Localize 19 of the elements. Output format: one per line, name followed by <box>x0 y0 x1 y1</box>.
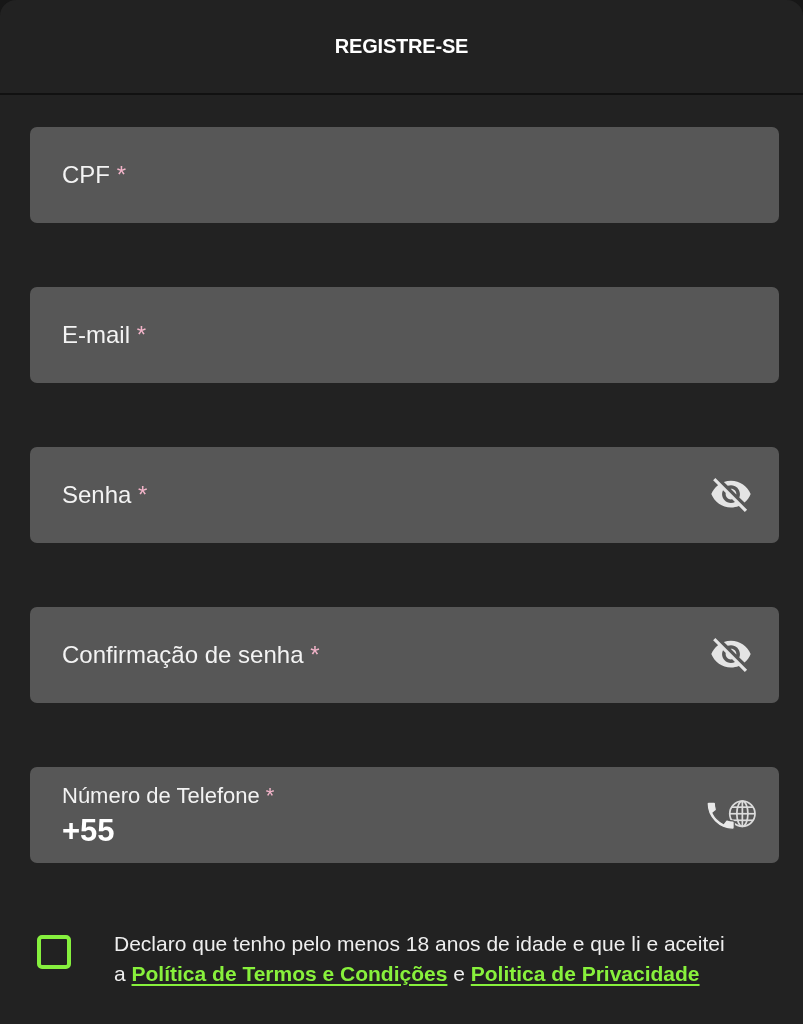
input-field[interactable]: Número de Telefone * +55 <box>30 767 779 863</box>
eye-slash-icon[interactable] <box>711 478 751 512</box>
checkbox[interactable] <box>37 935 71 969</box>
page-title: REGISTRE-SE <box>334 35 469 58</box>
eye-slash-icon[interactable] <box>711 638 751 672</box>
field-label: Senha * <box>62 480 148 510</box>
input-field[interactable]: Confirmação de senha * <box>30 607 779 703</box>
field-label: Confirmação de senha * <box>62 640 320 670</box>
field-label: CPF * <box>62 160 126 190</box>
input-field[interactable]: Senha * <box>30 447 779 543</box>
policy-link[interactable]: Politica de Privacidade <box>470 962 700 985</box>
field-value: +55 <box>62 813 115 848</box>
input-field[interactable]: CPF * <box>30 127 779 223</box>
input-field[interactable]: E-mail * <box>30 287 779 383</box>
phone-globe-icon[interactable] <box>706 800 756 830</box>
field-label: E-mail * <box>62 320 147 350</box>
field-label: Número de Telefone * <box>62 782 275 809</box>
policy-link[interactable]: Política de Termos e Condições <box>131 962 448 985</box>
consent-text: Declaro que tenho pelo menos 18 anos de idade e que li e aceitei a Política de Termos e Condições e Politica de Privacidade <box>114 931 726 987</box>
